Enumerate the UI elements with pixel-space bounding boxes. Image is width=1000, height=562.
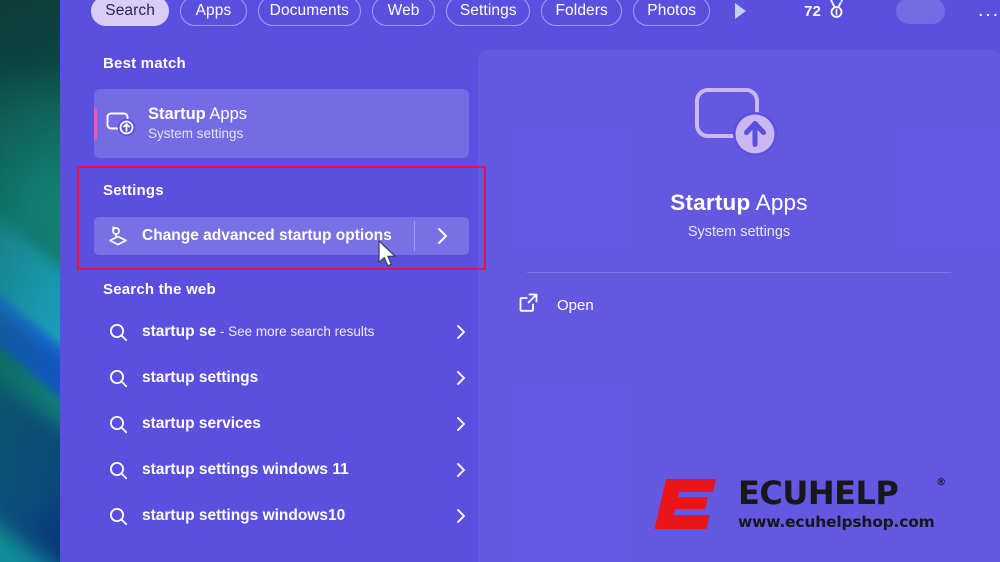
tab-apps-label: Apps	[195, 2, 232, 19]
tab-web[interactable]: Web	[372, 0, 436, 26]
preview-title-bold: Startup	[670, 190, 751, 215]
tab-folders[interactable]: Folders	[541, 0, 622, 26]
search-icon	[94, 369, 142, 388]
list-item[interactable]: startup settings	[94, 355, 472, 401]
tab-documents-label: Documents	[269, 2, 349, 19]
tab-search[interactable]: Search	[91, 0, 170, 26]
web-query-2: startup services	[142, 415, 261, 432]
list-item-label: startup settings windows10	[142, 507, 345, 525]
ecuhelp-wordmark: ECUHELP ® www.ecuhelpshop.com	[738, 474, 946, 532]
more-options-icon[interactable]: ...	[978, 1, 1000, 20]
windows-search-flyout: Search Apps Documents Web Settings Folde…	[60, 0, 1000, 562]
tab-photos[interactable]: Photos	[632, 0, 711, 26]
best-match-item-startup-apps[interactable]: Startup Apps System settings	[94, 89, 469, 158]
search-icon	[94, 323, 142, 342]
medal-icon	[828, 0, 845, 23]
mouse-cursor	[377, 240, 399, 275]
list-item[interactable]: startup settings windows 11	[94, 447, 472, 493]
settings-heading: Settings	[103, 182, 164, 199]
web-query-0: startup se	[142, 323, 217, 340]
tab-web-label: Web	[387, 2, 420, 19]
chevron-right-icon[interactable]	[456, 355, 466, 401]
best-match-title-bold: Startup	[148, 104, 206, 123]
startup-apps-large-icon	[693, 86, 785, 164]
open-action-button[interactable]: Open	[518, 290, 1000, 320]
ecuhelp-e-logo	[652, 475, 726, 533]
search-the-web-list: startup se - See more search results sta…	[60, 309, 478, 539]
list-item[interactable]: startup services	[94, 401, 472, 447]
search-the-web-heading: Search the web	[103, 281, 216, 298]
tab-photos-label: Photos	[647, 2, 697, 19]
search-icon	[94, 461, 142, 480]
startup-apps-icon	[94, 111, 148, 137]
preview-title: Startup Apps	[478, 190, 1000, 216]
open-action-label: Open	[557, 296, 594, 314]
list-item-label: startup services	[142, 415, 261, 433]
tab-settings[interactable]: Settings	[446, 0, 531, 26]
preview-subtitle: System settings	[687, 224, 791, 240]
reward-score-value: 72	[804, 2, 821, 20]
tab-settings-label: Settings	[459, 2, 517, 19]
play-triangle-icon[interactable]	[730, 0, 749, 22]
ecuhelp-url: www.ecuhelpshop.com	[738, 513, 935, 532]
web-query-1: startup settings	[142, 369, 259, 386]
more-options-label: ...	[978, 0, 1000, 21]
list-item[interactable]: startup settings windows10	[94, 493, 472, 539]
best-match-title: Startup Apps	[148, 105, 247, 124]
best-match-heading: Best match	[103, 55, 186, 72]
tab-apps[interactable]: Apps	[180, 0, 247, 26]
web-suffix-0: - See more search results	[216, 324, 375, 339]
tab-documents[interactable]: Documents	[257, 0, 362, 26]
chevron-right-icon[interactable]	[456, 493, 466, 539]
list-item-label: startup se - See more search results	[142, 323, 374, 341]
open-external-icon	[518, 292, 539, 318]
ecuhelp-brand-text: ECUHELP	[738, 474, 899, 513]
partial-hidden-chip[interactable]	[895, 0, 946, 24]
tab-folders-label: Folders	[555, 2, 608, 19]
best-match-subtitle: System settings	[148, 125, 244, 141]
chevron-right-icon[interactable]	[415, 217, 469, 255]
preview-title-rest: Apps	[750, 190, 808, 215]
best-match-text: Startup Apps System settings	[148, 105, 247, 143]
search-icon	[94, 507, 142, 526]
list-item-label: startup settings	[142, 369, 258, 387]
preview-divider	[527, 272, 951, 273]
settings-item-label: Change advanced startup options	[142, 227, 392, 244]
list-item-label: startup settings windows 11	[142, 461, 349, 479]
list-item[interactable]: startup se - See more search results	[94, 309, 472, 355]
settings-item-change-advanced-startup-options[interactable]: Change advanced startup options	[94, 217, 469, 255]
best-match-title-rest: Apps	[205, 104, 248, 123]
chevron-right-icon[interactable]	[456, 447, 466, 493]
ecuhelp-brand-name: ECUHELP ®	[738, 474, 946, 513]
search-results-column: Best match Startup Apps System settings …	[60, 40, 478, 562]
ecuhelp-watermark: ECUHELP ® www.ecuhelpshop.com	[652, 473, 992, 535]
web-query-3: startup settings windows 11	[142, 461, 349, 478]
registered-trademark-icon: ®	[936, 477, 946, 489]
chevron-right-icon[interactable]	[456, 309, 466, 355]
selection-indicator	[94, 107, 97, 140]
reward-score-group[interactable]: 72	[804, 0, 845, 23]
chevron-right-icon[interactable]	[456, 401, 466, 447]
advanced-startup-icon	[94, 225, 142, 247]
search-icon	[94, 415, 142, 434]
search-filter-tab-bar: Search Apps Documents Web Settings Folde…	[60, 0, 1000, 30]
tab-search-label: Search	[105, 2, 155, 19]
web-query-4: startup settings windows10	[142, 507, 346, 524]
